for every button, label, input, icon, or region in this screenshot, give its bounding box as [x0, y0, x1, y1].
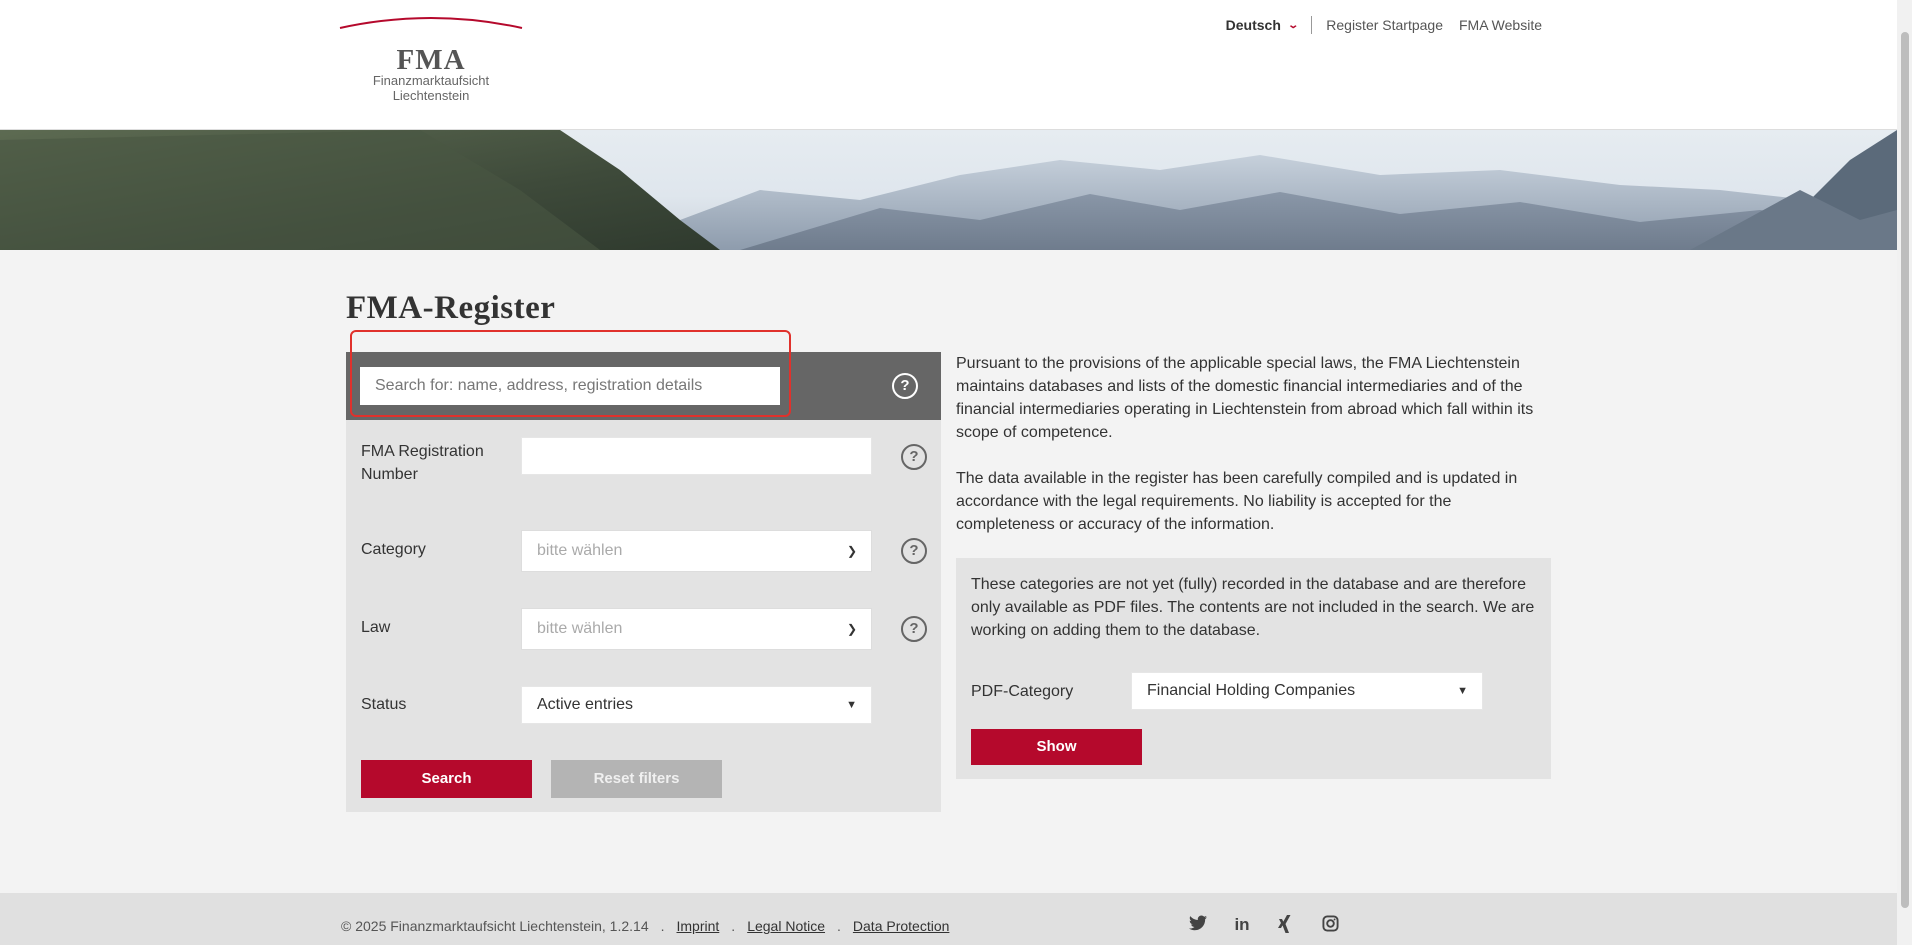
hero-banner — [0, 130, 1897, 250]
pdf-notice-text: These categories are not yet (fully) rec… — [971, 576, 1535, 639]
linkedin-icon[interactable]: in — [1232, 915, 1252, 935]
search-input[interactable] — [360, 367, 780, 405]
description-paragraph: Pursuant to the provisions of the applic… — [956, 355, 1534, 441]
registration-number-label: FMA Registration Number — [361, 443, 484, 483]
twitter-icon[interactable] — [1188, 915, 1208, 935]
registration-number-field[interactable] — [521, 437, 872, 475]
pdf-category-label: PDF-Category — [971, 683, 1074, 700]
category-label: Category — [361, 541, 426, 558]
nav-divider — [1311, 16, 1313, 34]
site-footer: © 2025 Finanzmarktaufsicht Liechtenstein… — [0, 893, 1897, 945]
filters-panel: FMA Registration Number ? Category bitte… — [346, 420, 941, 812]
chevron-down-icon: ▼ — [1457, 685, 1468, 697]
registration-help-icon[interactable]: ? — [901, 444, 927, 470]
site-header: FMA Finanzmarktaufsicht Liechtenstein De… — [0, 0, 1897, 130]
instagram-icon[interactable] — [1320, 915, 1340, 935]
show-pdf-button[interactable]: Show — [971, 729, 1142, 765]
nav-link-register-startpage[interactable]: Register Startpage — [1326, 17, 1443, 33]
scrollbar-thumb[interactable] — [1901, 32, 1909, 908]
law-select[interactable]: bitte wählen ❯ — [521, 608, 872, 650]
footer-links: © 2025 Finanzmarktaufsicht Liechtenstein… — [341, 918, 950, 934]
law-label: Law — [361, 619, 391, 636]
data-protection-link[interactable]: Data Protection — [853, 918, 950, 934]
disclaimer-paragraph: The data available in the register has b… — [956, 470, 1518, 533]
fma-logo[interactable]: FMA Finanzmarktaufsicht Liechtenstein — [338, 14, 524, 106]
pdf-category-select[interactable]: Financial Holding Companies ▼ — [1131, 672, 1483, 710]
language-selector[interactable]: Deutsch ⌄ — [1226, 17, 1299, 33]
top-navigation: Deutsch ⌄ Register Startpage FMA Website — [1226, 16, 1542, 34]
pdf-category-panel: These categories are not yet (fully) rec… — [956, 558, 1551, 779]
legal-notice-link[interactable]: Legal Notice — [747, 918, 825, 934]
search-button[interactable]: Search — [361, 760, 532, 798]
nav-link-fma-website[interactable]: FMA Website — [1459, 17, 1542, 33]
reset-filters-button[interactable]: Reset filters — [551, 760, 722, 798]
logo-arc — [339, 17, 523, 29]
status-label: Status — [361, 696, 407, 713]
chevron-down-icon: ▼ — [846, 699, 857, 711]
copyright-text: © 2025 Finanzmarktaufsicht Liechtenstein… — [341, 918, 649, 934]
search-bar: ? — [346, 352, 941, 420]
social-links: in — [1188, 915, 1364, 935]
category-select[interactable]: bitte wählen ❯ — [521, 530, 872, 572]
logo-subtitle: Finanzmarktaufsicht Liechtenstein — [372, 73, 490, 103]
imprint-link[interactable]: Imprint — [677, 918, 720, 934]
page-scrollbar[interactable] — [1897, 0, 1912, 945]
mountain-image — [0, 130, 1897, 250]
xing-icon[interactable] — [1276, 915, 1296, 935]
page-title: FMA-Register — [346, 290, 556, 326]
status-select[interactable]: Active entries ▼ — [521, 686, 872, 724]
law-help-icon[interactable]: ? — [901, 616, 927, 642]
category-help-icon[interactable]: ? — [901, 538, 927, 564]
chevron-down-icon: ⌄ — [1287, 19, 1299, 31]
chevron-down-icon: ❯ — [846, 544, 857, 558]
search-help-icon[interactable]: ? — [892, 373, 918, 399]
register-description: Pursuant to the provisions of the applic… — [956, 352, 1546, 559]
chevron-down-icon: ❯ — [846, 622, 857, 636]
